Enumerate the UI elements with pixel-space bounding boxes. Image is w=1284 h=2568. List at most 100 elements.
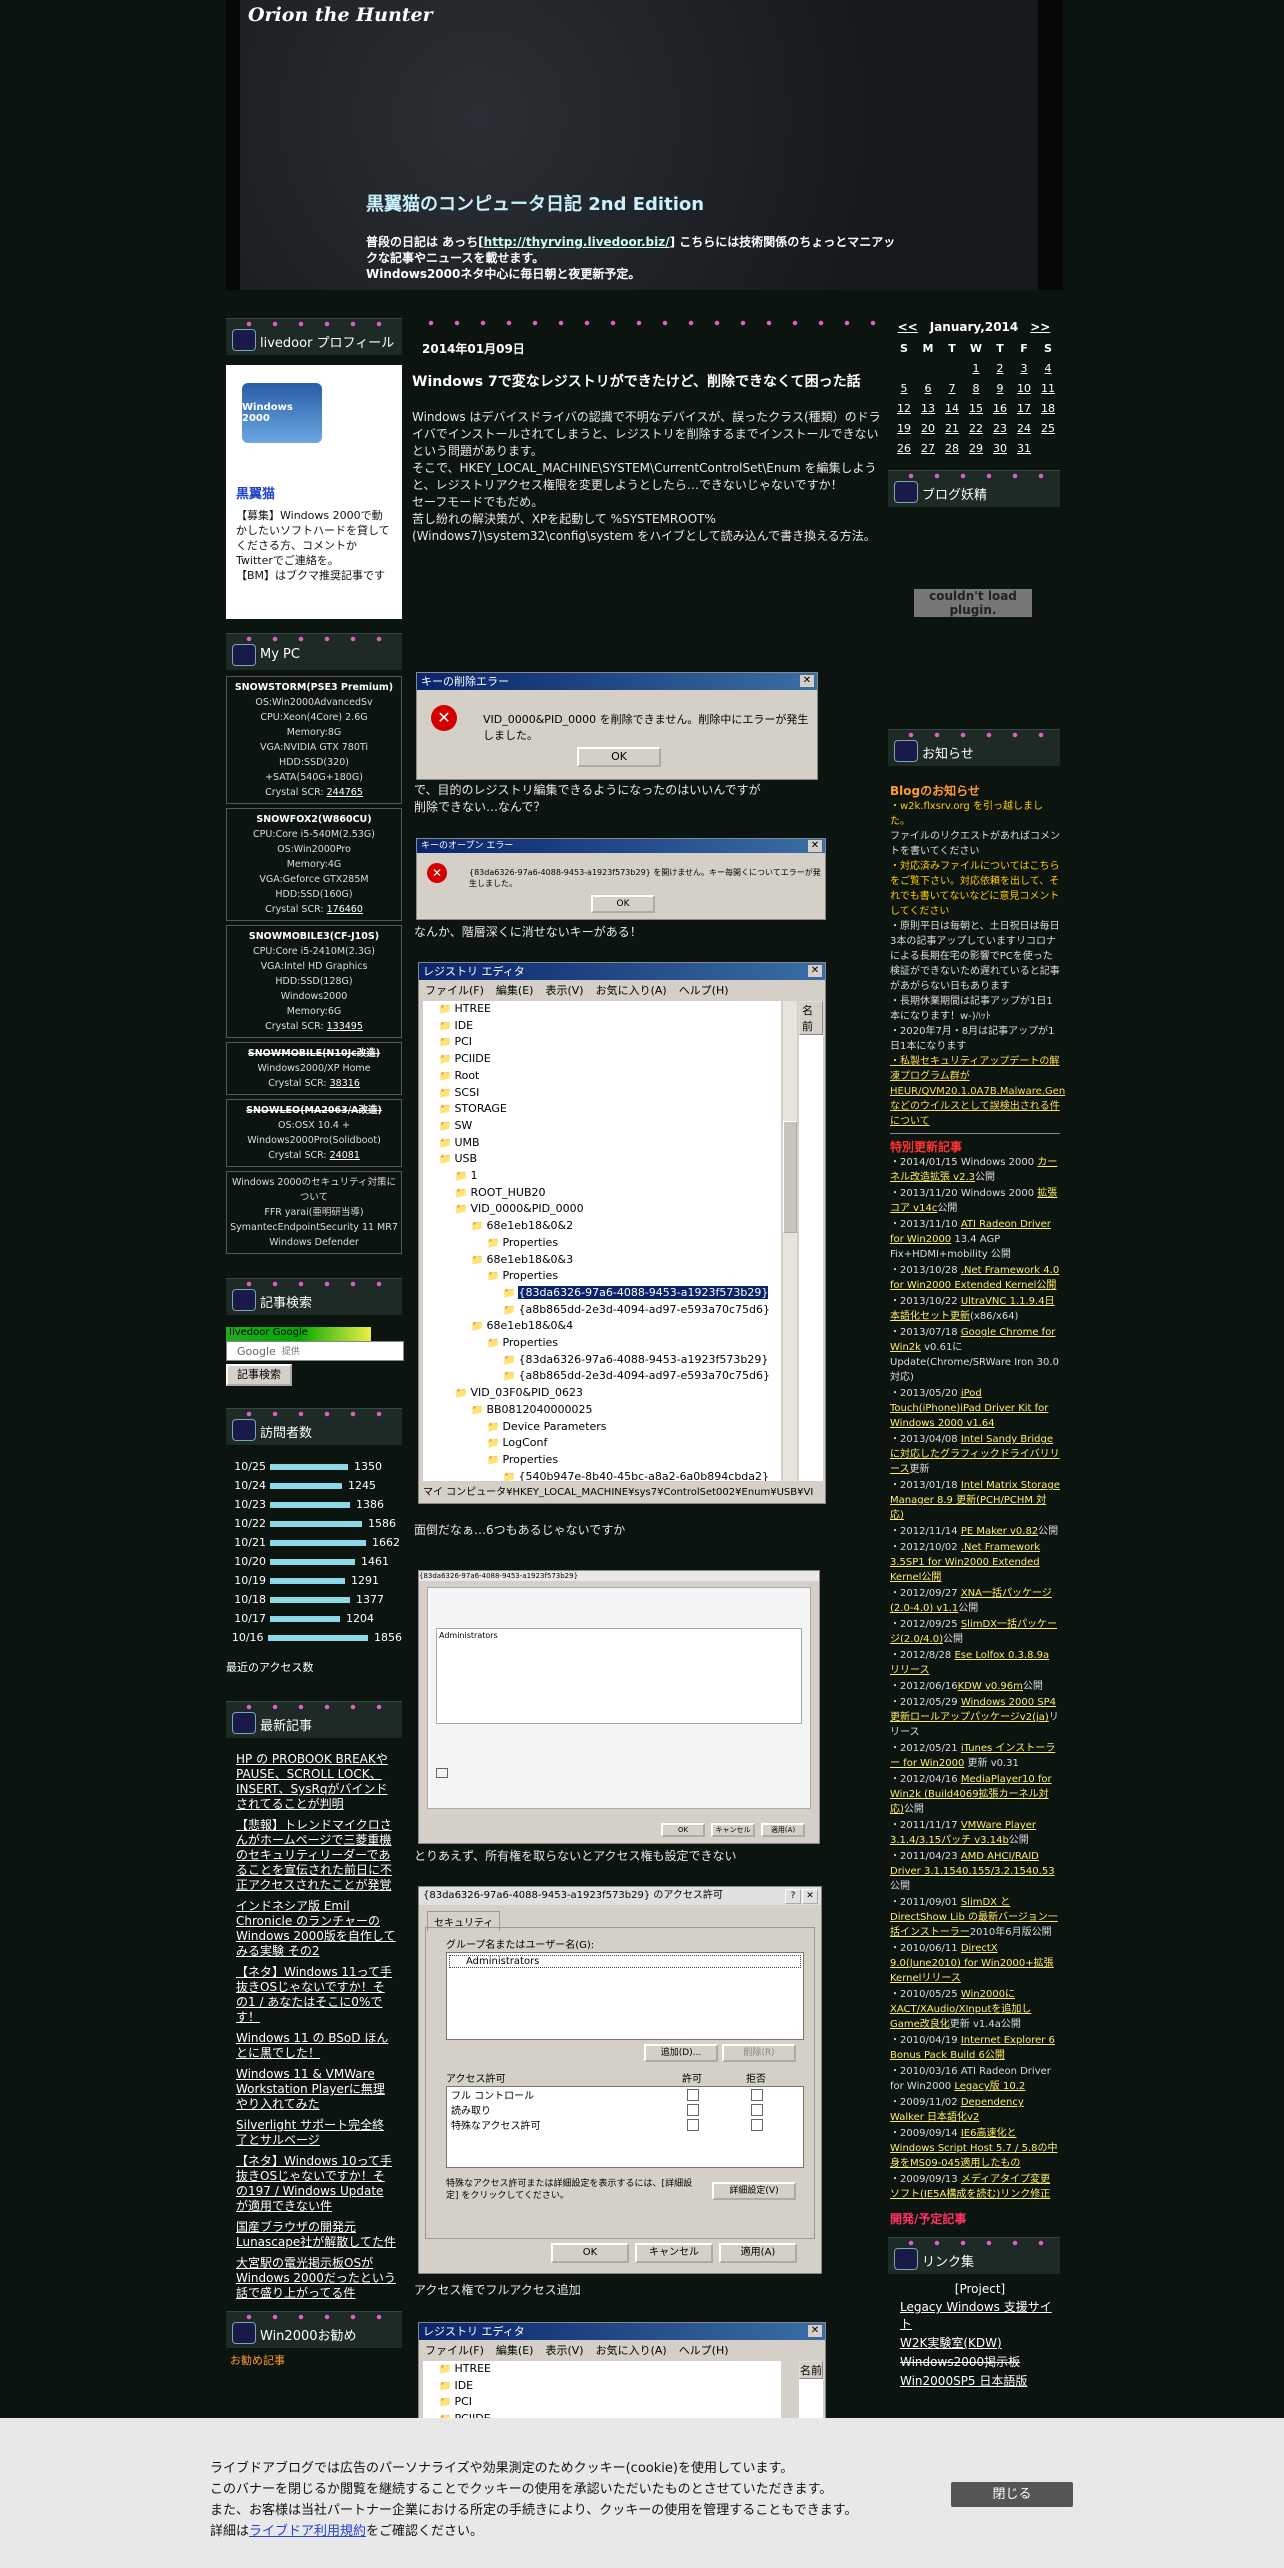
ok-button[interactable]: OK bbox=[591, 895, 655, 913]
cal-day[interactable]: 19 bbox=[892, 418, 916, 438]
update-link[interactable]: SlimDX とDirectShow Lib の最新バージョン一括インストーラー bbox=[890, 1897, 1058, 1938]
registry-key[interactable]: 📁 LogConf bbox=[423, 1435, 781, 1452]
cal-day[interactable]: 18 bbox=[1036, 398, 1060, 418]
cal-day[interactable]: 14 bbox=[940, 398, 964, 418]
regedit-menu-item[interactable]: ファイル(F) bbox=[425, 982, 484, 998]
allow-checkbox[interactable] bbox=[687, 2104, 699, 2116]
cal-prev[interactable]: << bbox=[898, 320, 918, 334]
search-input[interactable] bbox=[279, 1343, 394, 1359]
regedit-menu-item[interactable]: ファイル(F) bbox=[425, 2342, 484, 2358]
update-link[interactable]: Intel Sandy Bridgeに対応したグラフィックドライバリリース bbox=[890, 1434, 1060, 1475]
blog-title[interactable]: 黒翼猫のコンピュータ日記 2nd Edition bbox=[366, 190, 704, 216]
update-link[interactable]: Win2000にXACT/XAudio/XInputを追加しGame改良化 bbox=[890, 1989, 1031, 2030]
cal-day[interactable]: 6 bbox=[916, 378, 940, 398]
pc-scr-link[interactable]: 24081 bbox=[330, 1150, 360, 1161]
latest-article-link[interactable]: Silverlight サポート完全終了とサルベージ bbox=[236, 2118, 396, 2148]
deny-checkbox[interactable] bbox=[751, 2119, 763, 2131]
update-link[interactable]: DirectX 9.0(June2010) for Win2000+拡張Kern… bbox=[890, 1943, 1054, 1984]
registry-key[interactable]: 📁 Root bbox=[423, 1068, 781, 1085]
registry-key[interactable]: 📁 PCI bbox=[423, 1034, 781, 1051]
regedit-menu-item[interactable]: 編集(E) bbox=[496, 982, 534, 998]
tree-scrollbar[interactable] bbox=[783, 1001, 797, 1481]
update-link[interactable]: AMD AHCI/RAID Driver 3.1.1540.155/3.2.15… bbox=[890, 1851, 1055, 1877]
registry-key[interactable]: 📁 {83da6326-97a6-4088-9453-a1923f573b29} bbox=[423, 1285, 781, 1302]
registry-key[interactable]: 📁 IDE bbox=[423, 1018, 781, 1035]
close-icon[interactable]: ✕ bbox=[808, 840, 822, 852]
regedit-menu-item[interactable]: お気に入り(A) bbox=[596, 982, 667, 998]
update-link[interactable]: Google Chrome for Win2k bbox=[890, 1327, 1055, 1353]
cal-day[interactable]: 23 bbox=[988, 418, 1012, 438]
link-item[interactable]: Win2000SP5 日本語版 bbox=[900, 2372, 1060, 2389]
registry-key[interactable]: 📁 USB bbox=[423, 1151, 781, 1168]
registry-key[interactable]: 📁 UMB bbox=[423, 1135, 781, 1152]
latest-article-link[interactable]: HP の PROBOOK BREAKやPAUSE、SCROLL LOCK、INS… bbox=[236, 1752, 396, 1812]
advanced-button[interactable]: 詳細設定(V) bbox=[712, 2182, 796, 2200]
cal-day[interactable]: 13 bbox=[916, 398, 940, 418]
update-link[interactable]: Internet Explorer 6 Bonus Pack Build 6公開 bbox=[890, 2035, 1055, 2061]
regedit-menu-item[interactable]: 表示(V) bbox=[545, 982, 583, 998]
update-link[interactable]: .Net Framework 3.5SP1 for Win2000 Extend… bbox=[890, 1542, 1040, 1583]
cal-day[interactable]: 17 bbox=[1012, 398, 1036, 418]
deny-checkbox[interactable] bbox=[751, 2089, 763, 2101]
cal-day[interactable]: 31 bbox=[1012, 438, 1036, 458]
cal-next[interactable]: >> bbox=[1030, 320, 1050, 334]
recent-access-label[interactable]: 最近のアクセス数 bbox=[226, 1659, 402, 1675]
update-link[interactable]: Legacy版 10.2 bbox=[954, 2081, 1025, 2092]
regedit-menu-item[interactable]: ヘルプ(H) bbox=[679, 982, 729, 998]
update-link[interactable]: iTunes インストーラー for Win2000 bbox=[890, 1743, 1055, 1769]
pc-scr-link[interactable]: 244765 bbox=[327, 787, 363, 798]
registry-key[interactable]: 📁 PCI bbox=[423, 2394, 781, 2411]
replace-owner-checkbox[interactable] bbox=[436, 1768, 448, 1778]
perm-apply-button[interactable]: 適用(A) bbox=[719, 2243, 797, 2263]
update-link[interactable]: UltraVNC 1.1.9.4日本語化セット更新 bbox=[890, 1296, 1055, 1322]
close-icon[interactable]: ✕ bbox=[802, 1889, 818, 1904]
cal-day[interactable]: 16 bbox=[988, 398, 1012, 418]
cal-day[interactable]: 10 bbox=[1012, 378, 1036, 398]
remove-button[interactable]: 削除(R) bbox=[722, 2044, 796, 2062]
registry-key[interactable]: 📁 VID_03F0&PID_0623 bbox=[423, 1385, 781, 1402]
update-link[interactable]: Windows 2000 SP4 更新ロールアップパッケージv2(ja) bbox=[890, 1697, 1056, 1723]
update-link[interactable]: メディアタイプ変更ソフト(IE5A構成を読む)リンク修正 bbox=[890, 2174, 1050, 2200]
perm-ok-button[interactable]: OK bbox=[551, 2243, 629, 2263]
registry-key[interactable]: 📁 Properties bbox=[423, 1268, 781, 1285]
pc-scr-link[interactable]: 176460 bbox=[327, 904, 363, 915]
registry-key[interactable]: 📁 BB0812040000025 bbox=[423, 1402, 781, 1419]
cal-day[interactable]: 28 bbox=[940, 438, 964, 458]
help-icon[interactable]: ? bbox=[785, 1889, 801, 1904]
latest-article-link[interactable]: 【ネタ】Windows 11って手抜きOSじゃないですか！その1 / あなたはそ… bbox=[236, 1965, 396, 2025]
regedit-menu-item[interactable]: ヘルプ(H) bbox=[679, 2342, 729, 2358]
update-link[interactable]: Intel Matrix Storage Manager 8.9 更新(PCH/… bbox=[890, 1480, 1060, 1521]
latest-article-link[interactable]: 大宮駅の電光掲示板OSが Windows 2000だったという話で盛り上がってる… bbox=[236, 2256, 396, 2301]
latest-article-link[interactable]: 国産ブラウザの開発元 Lunascape社が解散してた件 bbox=[236, 2220, 396, 2250]
profile-name[interactable]: 黒翼猫 bbox=[236, 483, 392, 502]
cal-day[interactable]: 2 bbox=[988, 358, 1012, 378]
registry-key[interactable]: 📁 Properties bbox=[423, 1235, 781, 1252]
regedit-menu-item[interactable]: 編集(E) bbox=[496, 2342, 534, 2358]
cal-day[interactable]: 21 bbox=[940, 418, 964, 438]
registry-key[interactable]: 📁 1 bbox=[423, 1168, 781, 1185]
latest-article-link[interactable]: 【悲報】トレンドマイクロさんがホームページで三菱重機のセキュリティリーダーである… bbox=[236, 1818, 396, 1893]
registry-key[interactable]: 📁 68e1eb18&0&2 bbox=[423, 1218, 781, 1235]
registry-key[interactable]: 📁 {a8b865dd-2e3d-4094-ad97-e593a70c75d6} bbox=[423, 1368, 781, 1385]
latest-article-link[interactable]: 【ネタ】Windows 10って手抜きOSじゃないですか！その197 / Win… bbox=[236, 2154, 396, 2214]
allow-checkbox[interactable] bbox=[687, 2119, 699, 2131]
cal-day[interactable]: 25 bbox=[1036, 418, 1060, 438]
update-link[interactable]: カーネル改造拡張 v2.3 bbox=[890, 1157, 1057, 1183]
post-title[interactable]: Windows 7で変なレジストリができたけど、削除できなくて困った話 bbox=[412, 371, 882, 391]
registry-key[interactable]: 📁 {83da6326-97a6-4088-9453-a1923f573b29} bbox=[423, 1352, 781, 1369]
update-link[interactable]: IE6高速化とWindows Script Host 5.7 / 5.8の中身を… bbox=[890, 2128, 1057, 2169]
registry-key[interactable]: 📁 SCSI bbox=[423, 1085, 781, 1102]
update-link[interactable]: MediaPlayer10 for Win2k (Build4069拡張カーネル… bbox=[890, 1774, 1052, 1815]
cal-day[interactable]: 11 bbox=[1036, 378, 1060, 398]
update-link[interactable]: SlimDX一括パッケージ(2.0/4.0) bbox=[890, 1619, 1057, 1645]
registry-key[interactable]: 📁 ROOT_HUB20 bbox=[423, 1185, 781, 1202]
advsec-cancel-button[interactable]: キャンセル bbox=[711, 1823, 755, 1837]
registry-key[interactable]: 📁 SW bbox=[423, 1118, 781, 1135]
registry-key[interactable]: 📁 Device Parameters bbox=[423, 1419, 781, 1436]
close-icon[interactable]: ✕ bbox=[808, 2325, 822, 2337]
update-link[interactable]: Ese Lolfox 0.3.8.9a リリース bbox=[890, 1650, 1049, 1676]
perm-user-item[interactable]: Administrators bbox=[449, 1955, 801, 1968]
cookie-close-button[interactable]: 閉じる bbox=[951, 2482, 1073, 2507]
site-title[interactable]: Orion the Hunter bbox=[248, 4, 433, 26]
add-button[interactable]: 追加(D)... bbox=[644, 2044, 718, 2062]
